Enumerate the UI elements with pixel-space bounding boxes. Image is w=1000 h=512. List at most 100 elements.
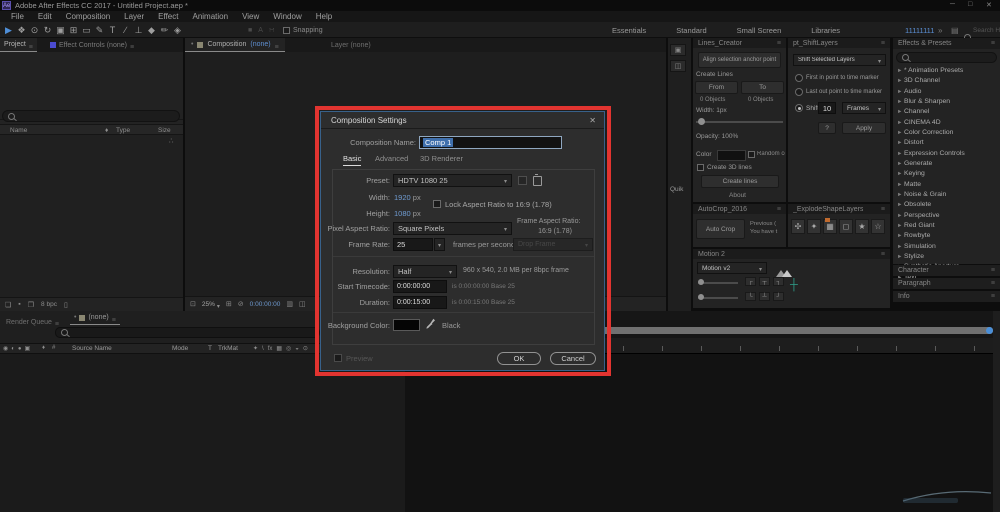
height-number[interactable]: 1080 <box>394 209 411 218</box>
option-last-out[interactable]: Last out point to time marker <box>795 88 882 96</box>
delete-item-icon[interactable]: ▯ <box>64 301 68 309</box>
menu-item[interactable]: Effect <box>151 11 185 22</box>
tab-basic[interactable]: Basic <box>343 154 362 166</box>
switch-column-icon[interactable]: ▦ <box>276 345 282 352</box>
menu-item[interactable]: Edit <box>31 11 59 22</box>
switch-column-icon[interactable]: ✦ <box>253 345 258 352</box>
motion-slider-2[interactable] <box>698 294 738 300</box>
menu-item[interactable]: File <box>4 11 31 22</box>
resolution-icon[interactable]: ▥ <box>286 300 293 308</box>
panel-menu-icon[interactable] <box>112 309 116 327</box>
width-slider[interactable] <box>696 118 783 125</box>
explode-tool-button[interactable]: ◻ <box>839 219 853 234</box>
anchor-position-button[interactable]: ┴ <box>759 292 770 301</box>
workspace-tab-active[interactable]: 11111111 <box>905 26 934 35</box>
workspace-tab[interactable]: Small Screen <box>737 26 782 35</box>
height-value[interactable]: 1080 px <box>394 209 421 218</box>
panel-menu-icon[interactable] <box>991 40 995 47</box>
effects-category[interactable]: Generate <box>897 159 999 169</box>
effects-category[interactable]: Color Correction <box>897 128 999 138</box>
panel-menu-icon[interactable] <box>275 36 279 54</box>
maximize-button[interactable]: □ <box>968 1 972 8</box>
cancel-button[interactable]: Cancel <box>550 352 596 365</box>
workspace-tab[interactable]: Libraries <box>811 26 840 35</box>
help-search-label[interactable]: Search Help <box>973 27 1000 34</box>
column-name[interactable]: Name <box>10 127 27 134</box>
tool-icon[interactable]: ⊥ <box>132 25 145 36</box>
dialog-title-bar[interactable]: Composition Settings ✕ <box>321 112 604 129</box>
option-first-in[interactable]: First in point to time marker <box>795 74 879 82</box>
tool-icon[interactable]: ⊞ <box>67 25 80 36</box>
explode-tool-button[interactable]: ✣ <box>791 219 805 234</box>
tool-icon[interactable]: ▭ <box>80 25 93 36</box>
shift-amount-input[interactable]: 10 <box>818 102 836 114</box>
effects-category[interactable]: Keying <box>897 169 999 179</box>
av-column-icon[interactable]: ● <box>18 346 22 352</box>
delete-preset-icon[interactable] <box>533 174 542 186</box>
project-tool-icon[interactable]: ▪ <box>18 301 20 308</box>
menu-item[interactable]: Composition <box>59 11 117 22</box>
column-source-name[interactable]: Source Name <box>72 345 112 352</box>
info-panel-header[interactable]: Info <box>893 291 1000 302</box>
background-color-swatch[interactable] <box>393 319 420 331</box>
motion-header[interactable]: Motion 2 <box>693 249 890 259</box>
effects-category[interactable]: Noise & Grain <box>897 190 999 200</box>
view-layout-icon[interactable]: ◫ <box>299 300 306 308</box>
tool-icon[interactable]: ❖ <box>15 25 28 36</box>
anchor-position-button[interactable]: ┌ <box>745 277 756 286</box>
scrollbar-handle-dot[interactable] <box>986 327 993 334</box>
panel-menu-icon[interactable] <box>777 40 781 47</box>
menu-item[interactable]: Help <box>309 11 339 22</box>
snapping-checkbox[interactable] <box>283 26 290 34</box>
panel-menu-icon[interactable] <box>881 40 885 47</box>
effects-category[interactable]: Audio <box>897 87 999 97</box>
duration-input[interactable]: 0:00:15:00 <box>393 296 447 309</box>
anchor-position-button[interactable]: └ <box>745 292 756 301</box>
tab-project[interactable]: Project <box>0 38 37 52</box>
tab-layer[interactable]: Layer (none) <box>325 38 377 52</box>
resolution-dropdown[interactable]: Half <box>393 265 457 278</box>
radio-shift[interactable] <box>795 104 803 112</box>
from-button[interactable]: From <box>695 81 738 94</box>
strip-icon-1[interactable]: ▣ <box>670 44 686 56</box>
minimize-button[interactable]: ─ <box>950 1 955 8</box>
effects-category[interactable]: Obsolete <box>897 200 999 210</box>
av-column-icon[interactable]: ◐ <box>11 346 15 352</box>
workspace-layout-icon[interactable]: ▤ <box>951 26 959 35</box>
radio-first-in[interactable] <box>795 74 803 82</box>
autocrop-header[interactable]: AutoCrop_2016 <box>693 204 786 214</box>
tool-icon[interactable]: ◆ <box>145 25 158 36</box>
explode-tool-button[interactable]: ☆ <box>871 219 885 234</box>
paragraph-panel-header[interactable]: Paragraph <box>893 278 1000 289</box>
anchor-position-button[interactable]: ┐ <box>773 277 784 286</box>
tool-icon[interactable]: ↻ <box>41 25 54 36</box>
strip-icon-2[interactable]: ◫ <box>670 60 686 72</box>
anchor-position-button[interactable]: ┘ <box>773 292 784 301</box>
effects-category[interactable]: Stylize <box>897 252 999 262</box>
comp-timecode[interactable]: 0:00:00:00 <box>250 301 281 308</box>
tool-icon[interactable]: ✏ <box>158 25 171 36</box>
lock-aspect-checkbox[interactable] <box>433 200 441 208</box>
timeline-search-field[interactable] <box>55 327 320 338</box>
color-depth-button[interactable]: 8 bpc <box>41 301 57 308</box>
tool-icon[interactable]: ∕ <box>119 25 132 35</box>
panel-menu-icon[interactable] <box>881 206 885 213</box>
to-button[interactable]: To <box>741 81 784 94</box>
column-size[interactable]: Size <box>158 127 171 134</box>
panel-menu-icon[interactable] <box>881 251 885 258</box>
tool-icon[interactable]: ▶ <box>2 25 15 36</box>
start-timecode-input[interactable]: 0:00:00:00 <box>393 280 447 293</box>
mask-visibility-icon[interactable]: ⊘ <box>238 300 244 308</box>
menu-item[interactable]: View <box>235 11 266 22</box>
effects-category[interactable]: Rowbyte <box>897 231 999 241</box>
label-column-icon[interactable]: ♦ <box>42 345 45 351</box>
panel-menu-icon[interactable] <box>29 36 33 54</box>
tab-timeline-comp[interactable]: • (none) <box>70 311 120 325</box>
grid-guides-icon[interactable]: ⊞ <box>226 300 232 308</box>
auto-crop-button[interactable]: Auto Crop <box>696 219 745 239</box>
quik-collapsed-tab[interactable]: Quik <box>670 186 683 193</box>
create-3d-checkbox[interactable] <box>697 164 704 171</box>
panel-menu-icon[interactable] <box>991 267 995 274</box>
tag-column-icon[interactable]: ♦ <box>105 127 108 134</box>
option-shift[interactable]: Shift <box>795 104 819 112</box>
